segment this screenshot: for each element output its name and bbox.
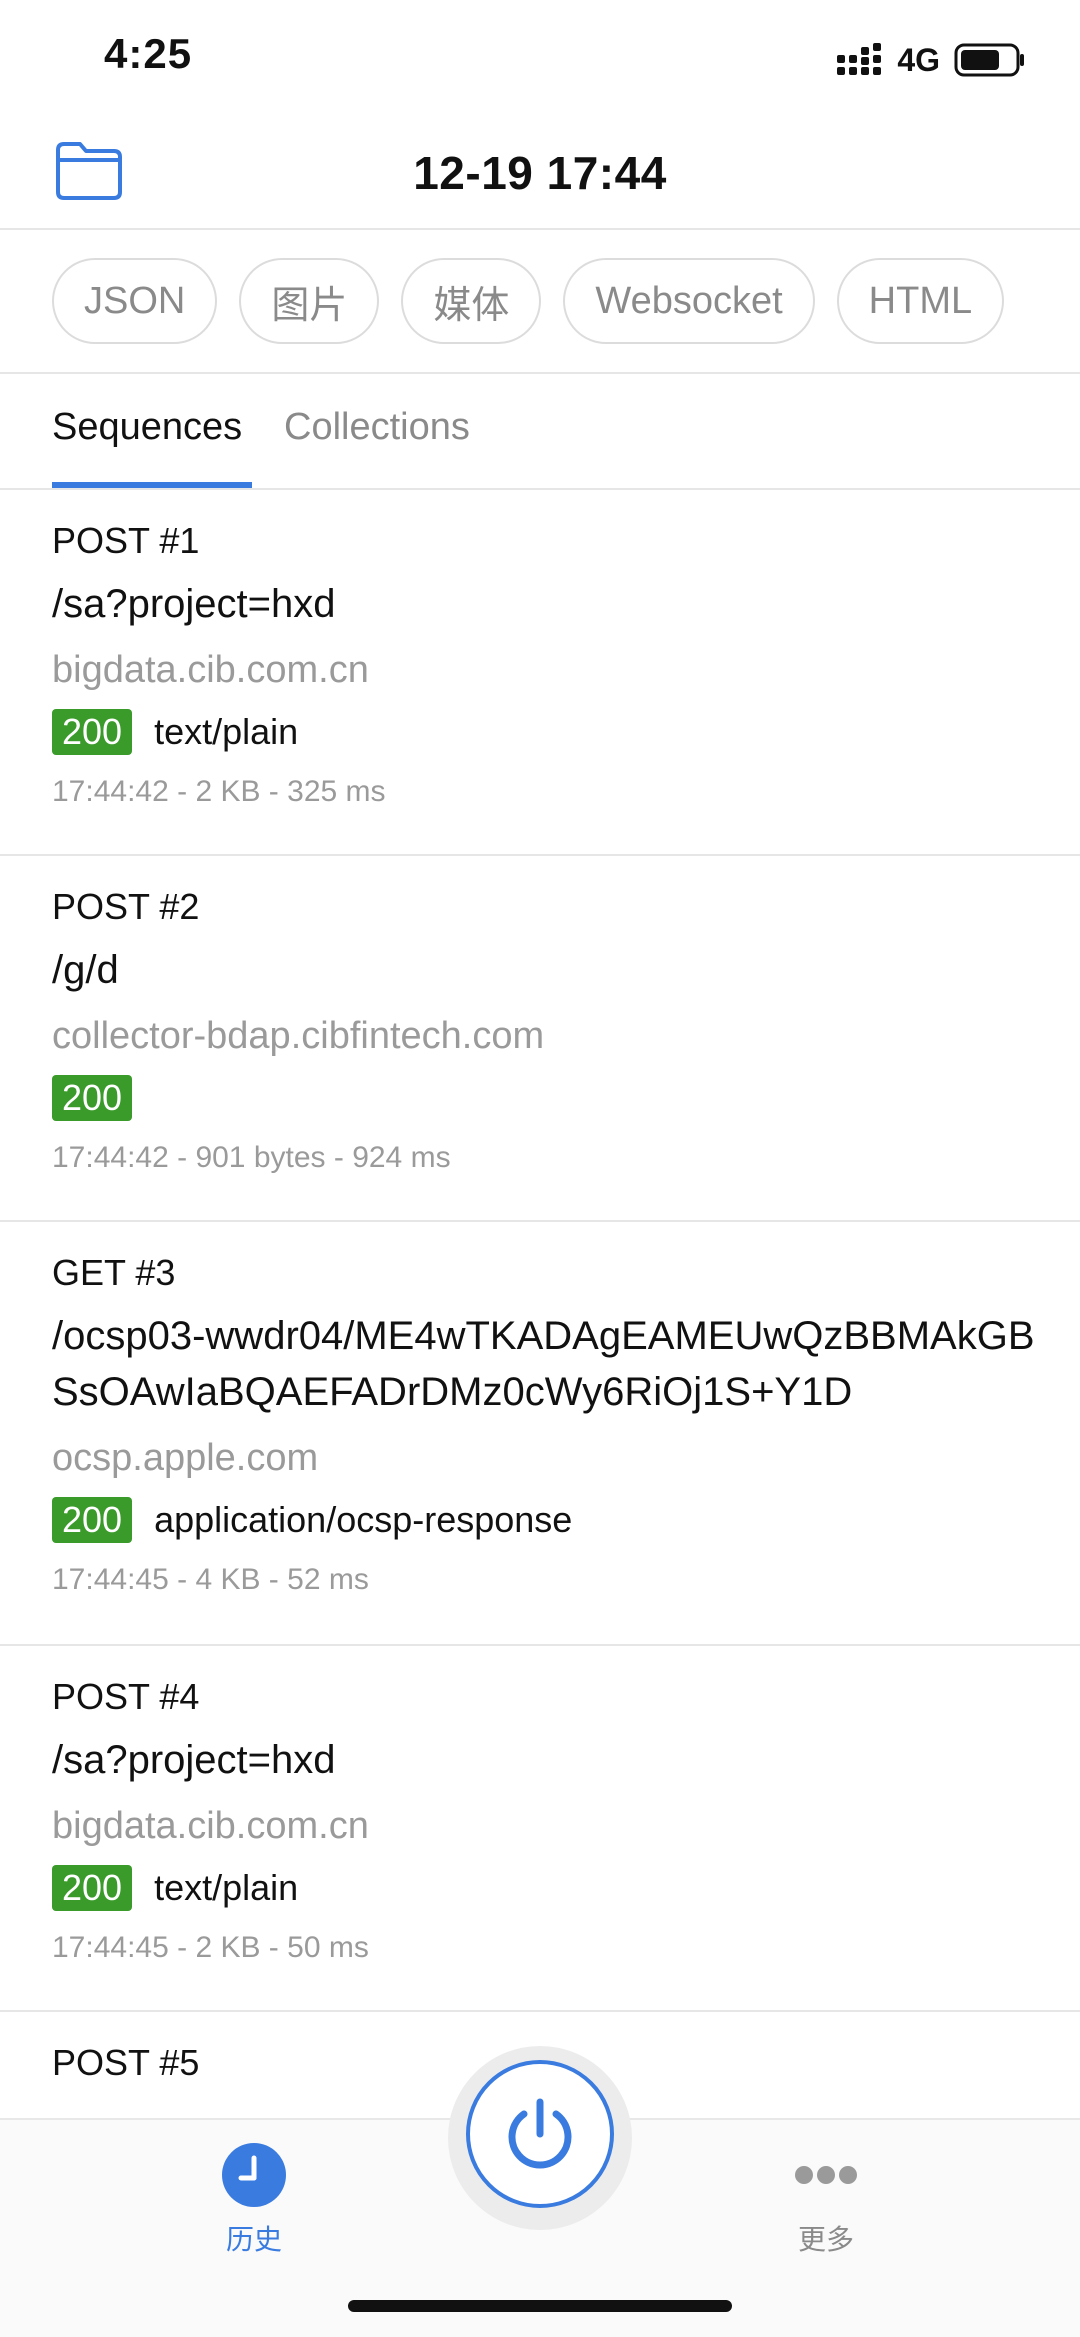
content-type: application/ocsp-response xyxy=(154,1499,573,1540)
status-badge: 200 xyxy=(52,1865,133,1911)
filter-chip-images[interactable]: 图片 xyxy=(239,258,380,344)
request-list: POST #1 /sa?project=hxd bigdata.cib.com.… xyxy=(0,490,1080,2172)
request-path: /sa?project=hxd xyxy=(52,1738,336,1782)
page-title: 12-19 17:44 xyxy=(413,147,667,199)
content-type: text/plain xyxy=(154,711,299,752)
tab-bar: Sequences Collections xyxy=(0,376,1080,490)
request-host: collector-bdap.cibfintech.com xyxy=(52,1015,545,1057)
tabbar-more-label: 更多 xyxy=(797,2224,854,2255)
signal-icon xyxy=(837,43,882,75)
status-time: 4:25 xyxy=(104,30,193,77)
request-status-line: 200 xyxy=(52,1074,1080,1122)
request-status-line: 200 text/plain xyxy=(52,1864,1080,1912)
request-row[interactable]: POST #2 /g/d collector-bdap.cibfintech.c… xyxy=(0,856,1080,1222)
filter-bar: JSON 图片 媒体 Websocket HTML xyxy=(0,232,1080,374)
request-row[interactable]: POST #4 /sa?project=hxd bigdata.cib.com.… xyxy=(0,1646,1080,2012)
network-type: 4G xyxy=(897,41,940,78)
filter-chip-websocket[interactable]: Websocket xyxy=(563,258,815,344)
request-path: /ocsp03-wwdr04/ME4wTKADAgEAMEUwQzBBMAkGB… xyxy=(52,1314,1035,1414)
request-method-number: POST #1 xyxy=(52,520,200,561)
request-path: /sa?project=hxd xyxy=(52,582,336,626)
request-method-number: GET #3 xyxy=(52,1252,176,1293)
status-badge: 200 xyxy=(52,709,133,755)
request-host: bigdata.cib.com.cn xyxy=(52,649,369,691)
power-button[interactable] xyxy=(466,2060,614,2208)
tabbar-history-label: 历史 xyxy=(225,2224,282,2255)
active-tab-indicator xyxy=(52,482,252,488)
tab-sequences[interactable]: Sequences xyxy=(52,406,242,449)
request-status-line: 200 application/ocsp-response xyxy=(52,1496,1080,1544)
request-host: bigdata.cib.com.cn xyxy=(52,1805,369,1847)
filter-chip-html[interactable]: HTML xyxy=(836,258,1005,344)
request-path: /g/d xyxy=(52,948,119,992)
app-screen: 4:25 4G 12-19 17:44 JSON 图片 媒体 Websocket… xyxy=(0,0,1080,2337)
status-badge: 200 xyxy=(52,1497,133,1543)
tabbar-history[interactable]: 历史 xyxy=(184,2142,324,2258)
request-meta: 17:44:45 - 4 KB - 52 ms xyxy=(52,1563,369,1596)
filter-chip-media[interactable]: 媒体 xyxy=(401,258,542,344)
tab-collections[interactable]: Collections xyxy=(284,406,470,449)
request-row[interactable]: POST #1 /sa?project=hxd bigdata.cib.com.… xyxy=(0,490,1080,856)
filter-chip-json[interactable]: JSON xyxy=(52,258,218,344)
clock-icon xyxy=(222,2143,286,2207)
battery-icon xyxy=(954,43,1024,77)
more-dots-icon xyxy=(795,2166,857,2184)
header: 12-19 17:44 xyxy=(0,120,1080,230)
request-meta: 17:44:42 - 2 KB - 325 ms xyxy=(52,775,386,808)
content-type: text/plain xyxy=(154,1867,299,1908)
request-host: ocsp.apple.com xyxy=(52,1437,319,1479)
request-meta: 17:44:42 - 901 bytes - 924 ms xyxy=(52,1141,451,1174)
status-bar: 4:25 4G xyxy=(0,0,1080,120)
tabbar-more[interactable]: 更多 xyxy=(756,2142,896,2258)
status-indicators: 4G xyxy=(835,38,1026,82)
request-method-number: POST #2 xyxy=(52,886,200,927)
request-row[interactable]: GET #3 /ocsp03-wwdr04/ME4wTKADAgEAMEUwQz… xyxy=(0,1222,1080,1646)
filter-chip-row: JSON 图片 媒体 Websocket HTML xyxy=(52,258,1005,344)
request-status-line: 200 text/plain xyxy=(52,708,1080,756)
status-badge: 200 xyxy=(52,1075,133,1121)
request-method-number: POST #4 xyxy=(52,1676,200,1717)
power-icon xyxy=(508,2098,572,2169)
request-meta: 17:44:45 - 2 KB - 50 ms xyxy=(52,1931,369,1964)
power-button-halo xyxy=(448,2046,632,2230)
home-indicator[interactable] xyxy=(348,2300,732,2312)
